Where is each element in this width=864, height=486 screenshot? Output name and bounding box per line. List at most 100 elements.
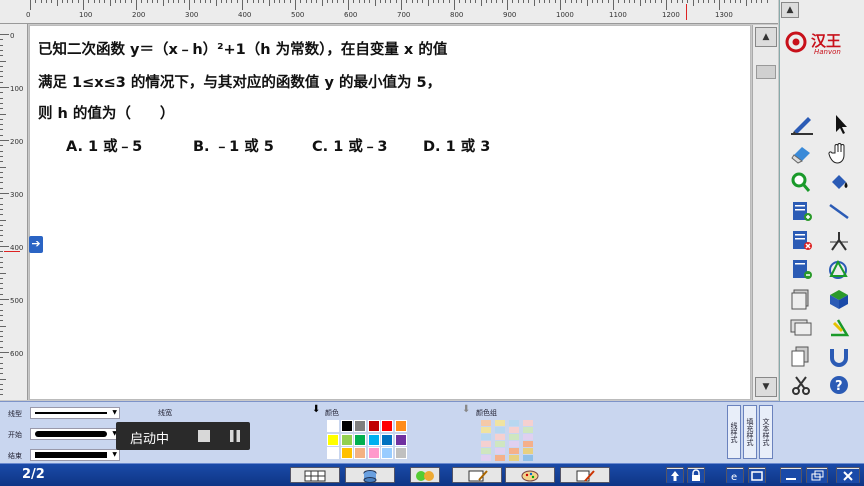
- color-swatch[interactable]: [367, 420, 380, 432]
- left-ruler-tick: [0, 140, 9, 141]
- color-group-swatch[interactable]: [495, 427, 505, 433]
- color-swatch[interactable]: [381, 420, 393, 432]
- top-ruler-tick: [618, 0, 620, 3]
- hand-icon[interactable]: [826, 141, 858, 165]
- color-swatch[interactable]: [354, 447, 366, 459]
- eraser-icon[interactable]: [788, 141, 820, 165]
- top-ruler-tick: [528, 0, 530, 3]
- scroll-handle[interactable]: [756, 65, 776, 79]
- page-list-icon[interactable]: [788, 286, 820, 310]
- top-ruler-tick: [247, 0, 249, 3]
- left-ruler-tick: [0, 325, 6, 327]
- color-group-swatch[interactable]: [523, 448, 533, 454]
- magnet-icon[interactable]: [826, 344, 858, 368]
- color-swatch[interactable]: [381, 447, 393, 459]
- color-group-swatch[interactable]: [495, 455, 505, 461]
- angle-icon[interactable]: [826, 315, 858, 339]
- color-swatch[interactable]: [327, 433, 339, 446]
- color-group-swatch[interactable]: [495, 448, 505, 454]
- top-ruler-tick: [363, 0, 365, 3]
- restore-icon[interactable]: [806, 467, 828, 483]
- pen-icon[interactable]: [788, 112, 820, 136]
- database-button[interactable]: [345, 467, 395, 483]
- color-swatch[interactable]: [394, 433, 407, 446]
- left-ruler-tick: [0, 330, 3, 332]
- color-group-swatch[interactable]: [481, 420, 491, 426]
- color-group-swatch[interactable]: [509, 441, 519, 447]
- scissors-icon[interactable]: [788, 373, 820, 397]
- left-ruler-tick: [0, 362, 3, 364]
- color-group-swatch[interactable]: [481, 441, 491, 447]
- color-swatch[interactable]: [367, 447, 380, 459]
- color-group-swatch[interactable]: [481, 448, 491, 454]
- fill-bucket-icon[interactable]: [826, 170, 858, 194]
- line-icon[interactable]: [826, 199, 858, 223]
- color-group-swatch[interactable]: [523, 420, 533, 426]
- line-start-select[interactable]: ▼: [30, 428, 120, 440]
- color-group-swatch[interactable]: [509, 455, 519, 461]
- shape-icon[interactable]: [826, 257, 858, 281]
- color-swatch[interactable]: [367, 433, 380, 446]
- color-swatch[interactable]: [354, 420, 366, 432]
- color-swatch[interactable]: [327, 447, 339, 459]
- close-icon[interactable]: [836, 467, 860, 483]
- palette-button[interactable]: [505, 467, 555, 483]
- color-group-swatch[interactable]: [509, 427, 519, 433]
- color-group-swatch[interactable]: [481, 434, 491, 440]
- line-type-select[interactable]: ▼: [30, 407, 120, 419]
- compass-icon[interactable]: [826, 228, 858, 252]
- color-swatch[interactable]: [394, 447, 407, 459]
- color-group-swatch[interactable]: [523, 441, 533, 447]
- left-ruler-tick: [0, 49, 3, 51]
- keyboard-button[interactable]: [290, 467, 340, 483]
- resource-button[interactable]: [410, 467, 440, 483]
- pointer-icon[interactable]: [826, 112, 858, 136]
- color-swatch[interactable]: [354, 433, 366, 446]
- scroll-down-icon[interactable]: ▼: [755, 377, 777, 397]
- add-page-icon[interactable]: [788, 257, 820, 281]
- line-end-select[interactable]: ▼: [30, 449, 120, 461]
- color-swatch[interactable]: [340, 447, 353, 459]
- fill-style-tab[interactable]: 填充样式: [743, 405, 757, 459]
- color-swatch[interactable]: [327, 420, 339, 432]
- minimize-icon[interactable]: [780, 467, 802, 483]
- help-icon[interactable]: ?: [826, 373, 858, 397]
- scroll-up-icon[interactable]: ▲: [755, 27, 777, 47]
- color-group-swatch[interactable]: [495, 434, 505, 440]
- window-icon[interactable]: [748, 467, 766, 483]
- draw-button[interactable]: [560, 467, 610, 483]
- pause-button[interactable]: [228, 429, 242, 443]
- line-style-tab[interactable]: 线样式: [727, 405, 741, 459]
- delete-page-icon[interactable]: [788, 228, 820, 252]
- screen-icon[interactable]: [788, 315, 820, 339]
- text-style-tab[interactable]: 文本样式: [759, 405, 773, 459]
- left-ruler-tick-label: 100: [10, 85, 24, 93]
- new-page-icon[interactable]: [788, 199, 820, 223]
- page-expand-arrow-icon[interactable]: ➔: [29, 236, 43, 253]
- panel-up-icon[interactable]: ▲: [781, 2, 799, 18]
- color-swatch[interactable]: [340, 433, 353, 446]
- stop-button[interactable]: [198, 430, 210, 442]
- color-group-swatch[interactable]: [509, 434, 519, 440]
- cube-icon[interactable]: [826, 286, 858, 310]
- color-group-swatch[interactable]: [509, 448, 519, 454]
- magnifier-icon[interactable]: [788, 170, 820, 194]
- color-group-swatch[interactable]: [523, 434, 533, 440]
- vertical-scrollbar[interactable]: ▲ ▼: [752, 25, 778, 400]
- color-group-swatch[interactable]: [509, 420, 519, 426]
- color-group-swatch[interactable]: [495, 420, 505, 426]
- color-swatch[interactable]: [381, 433, 393, 446]
- left-ruler-tick-label: 200: [10, 138, 24, 146]
- color-group-swatch[interactable]: [495, 441, 505, 447]
- copy-icon[interactable]: [788, 344, 820, 368]
- ie-icon[interactable]: e: [726, 467, 744, 483]
- lock-icon[interactable]: [687, 467, 705, 483]
- color-swatch[interactable]: [340, 420, 353, 432]
- upload-icon[interactable]: [666, 467, 684, 483]
- color-group-swatch[interactable]: [523, 427, 533, 433]
- color-group-swatch[interactable]: [481, 455, 491, 461]
- color-swatch[interactable]: [394, 420, 407, 432]
- edit-button[interactable]: [452, 467, 502, 483]
- color-group-swatch[interactable]: [523, 455, 533, 461]
- color-group-swatch[interactable]: [481, 427, 491, 433]
